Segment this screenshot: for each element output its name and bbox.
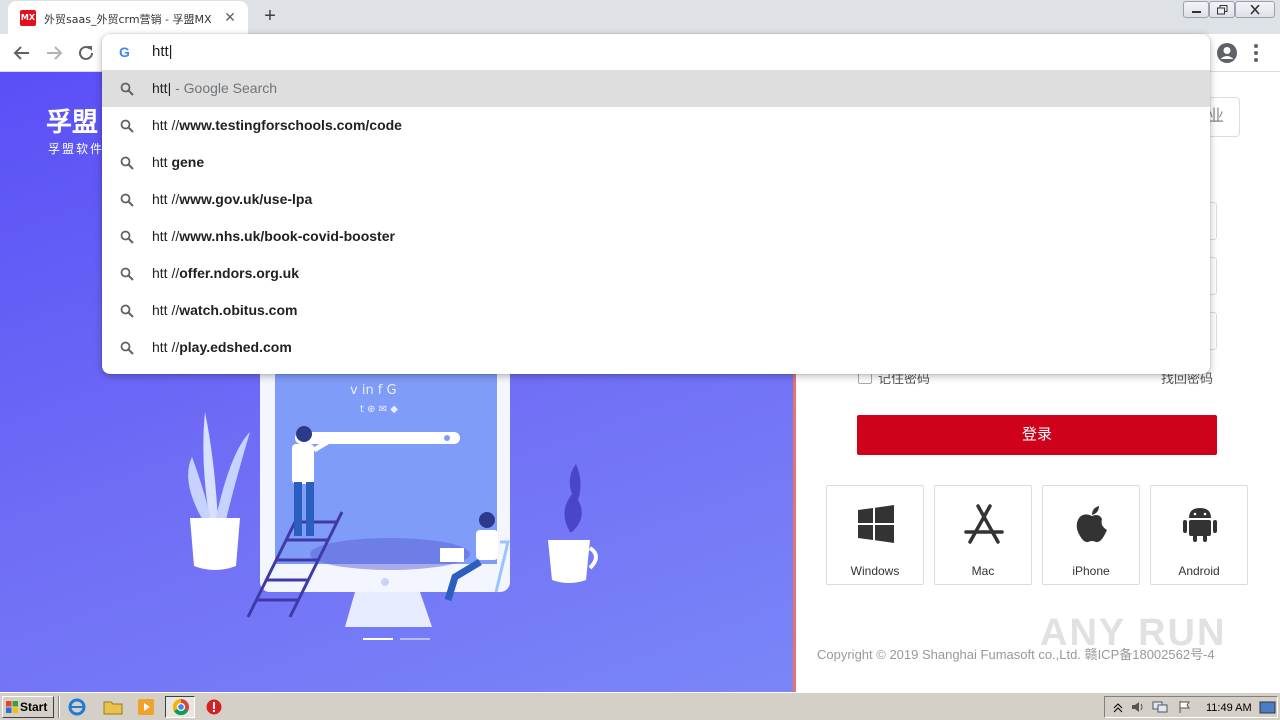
apple-icon xyxy=(1076,506,1107,543)
omnibox-dropdown: G htt| htt| - Google Search htt //www.tes… xyxy=(102,34,1210,374)
stop-icon[interactable] xyxy=(203,697,225,717)
svg-text:t ⊕ ✉ ◆: t ⊕ ✉ ◆ xyxy=(360,404,398,415)
search-icon xyxy=(120,82,134,96)
profile-avatar-icon[interactable] xyxy=(1216,42,1238,64)
suggestion-suffix: - Google Search xyxy=(171,80,278,96)
suggestion-typed: htt // xyxy=(152,265,180,281)
carousel-dot[interactable] xyxy=(400,638,430,640)
google-icon: G xyxy=(119,44,130,60)
suggestion-text: htt //www.nhs.uk/book-covid-booster xyxy=(152,228,395,244)
suggestion-typed: htt // xyxy=(152,302,180,318)
close-window-button[interactable] xyxy=(1235,1,1275,18)
new-tab-button[interactable]: + xyxy=(258,5,282,29)
taskbar-separator xyxy=(58,696,60,718)
close-icon[interactable]: ✕ xyxy=(222,9,238,25)
media-player-icon[interactable] xyxy=(135,697,157,717)
download-android[interactable]: Android xyxy=(1150,485,1248,585)
suggestion-text: htt //www.gov.uk/use-lpa xyxy=(152,191,312,207)
taskbar: Start 11:49 AM xyxy=(0,692,1280,720)
suggestion-completion: watch.obitus.com xyxy=(179,302,298,318)
flag-icon[interactable] xyxy=(1177,700,1191,714)
minimize-button[interactable] xyxy=(1183,1,1209,18)
reload-icon[interactable] xyxy=(75,42,97,64)
search-icon xyxy=(120,119,134,133)
show-desktop-icon[interactable] xyxy=(1259,701,1277,715)
tab-active[interactable]: MX 外贸saas_外贸crm营销 - 孚盟MX ✕ xyxy=(8,1,248,34)
suggestion-text: htt| - Google Search xyxy=(152,80,277,96)
tab-title: 外贸saas_外贸crm营销 - 孚盟MX xyxy=(44,13,212,26)
svg-text:v in f G: v in f G xyxy=(350,383,397,398)
suggestion-text: htt gene xyxy=(152,154,204,170)
download-iphone[interactable]: iPhone xyxy=(1042,485,1140,585)
windows-flag-icon xyxy=(6,701,18,713)
folder-icon[interactable] xyxy=(102,697,124,717)
start-button[interactable]: Start xyxy=(2,696,54,718)
restore-button[interactable] xyxy=(1209,1,1235,18)
download-windows[interactable]: Windows xyxy=(826,485,924,585)
favicon-icon: MX xyxy=(20,10,36,26)
watermark-logo: ANY RUN xyxy=(1040,612,1227,654)
suggestion-text: htt //watch.obitus.com xyxy=(152,302,297,318)
search-icon xyxy=(120,230,134,244)
search-icon xyxy=(120,193,134,207)
start-label: Start xyxy=(20,700,48,714)
download-label: Windows xyxy=(850,564,900,578)
suggestion-completion: www.gov.uk/use-lpa xyxy=(179,191,313,207)
suggestion-row[interactable]: htt gene xyxy=(102,144,1210,181)
chevron-up-icon[interactable] xyxy=(1111,700,1125,714)
system-tray xyxy=(1104,696,1278,718)
omnibox[interactable]: G htt| xyxy=(102,34,1210,70)
search-icon xyxy=(120,156,134,170)
suggestion-row[interactable]: htt //watch.obitus.com xyxy=(102,292,1210,329)
suggestion-completion: play.edshed.com xyxy=(179,339,292,355)
tab-strip: MX 外贸saas_外贸crm营销 - 孚盟MX ✕ + xyxy=(0,0,1280,34)
suggestion-row[interactable]: htt| - Google Search xyxy=(102,70,1210,107)
search-icon xyxy=(120,341,134,355)
close-window-icon xyxy=(1250,5,1260,15)
suggestion-row[interactable]: htt //www.nhs.uk/book-covid-booster xyxy=(102,218,1210,255)
chrome-taskbar-button[interactable] xyxy=(165,696,195,718)
app-store-icon xyxy=(964,504,1004,544)
chrome-icon xyxy=(172,698,189,716)
suggestion-completion: www.testingforschools.com/code xyxy=(179,117,402,133)
suggestion-completion: gene xyxy=(171,154,205,170)
minimize-icon xyxy=(1192,11,1201,13)
restore-icon xyxy=(1217,5,1228,15)
suggestion-typed: htt| xyxy=(152,80,172,96)
menu-dots-icon[interactable] xyxy=(1252,42,1260,64)
suggestion-typed: htt xyxy=(152,154,172,170)
omnibox-input[interactable]: htt| xyxy=(152,43,173,60)
suggestion-typed: htt // xyxy=(152,228,180,244)
login-button[interactable]: 登录 xyxy=(857,415,1217,455)
suggestion-row[interactable]: htt //www.testingforschools.com/code xyxy=(102,107,1210,144)
download-label: iPhone xyxy=(1072,564,1110,578)
suggestion-completion: www.nhs.uk/book-covid-booster xyxy=(179,228,395,244)
suggestion-text: htt //offer.ndors.org.uk xyxy=(152,265,299,281)
network-icon[interactable] xyxy=(1152,700,1168,714)
search-icon xyxy=(120,304,134,318)
search-icon xyxy=(120,267,134,281)
volume-icon[interactable] xyxy=(1130,700,1146,714)
back-arrow-icon[interactable] xyxy=(11,42,33,64)
suggestion-typed: htt // xyxy=(152,117,180,133)
download-mac[interactable]: Mac xyxy=(934,485,1032,585)
suggestion-row[interactable]: htt //www.gov.uk/use-lpa xyxy=(102,181,1210,218)
suggestion-typed: htt // xyxy=(152,191,180,207)
download-label: Mac xyxy=(971,564,995,578)
suggestion-row[interactable]: htt //play.edshed.com xyxy=(102,329,1210,366)
suggestion-text: htt //play.edshed.com xyxy=(152,339,292,355)
windows-icon xyxy=(858,505,894,543)
clock: 11:49 AM xyxy=(1206,702,1252,714)
forward-arrow-icon[interactable] xyxy=(43,42,65,64)
download-label: Android xyxy=(1178,564,1220,578)
suggestion-row[interactable]: htt //offer.ndors.org.uk xyxy=(102,255,1210,292)
carousel-dot-active[interactable] xyxy=(363,638,393,640)
internet-explorer-icon[interactable] xyxy=(66,697,88,717)
suggestion-completion: offer.ndors.org.uk xyxy=(179,265,300,281)
suggestion-text: htt //www.testingforschools.com/code xyxy=(152,117,402,133)
android-icon xyxy=(1183,508,1217,542)
suggestion-typed: htt // xyxy=(152,339,180,355)
